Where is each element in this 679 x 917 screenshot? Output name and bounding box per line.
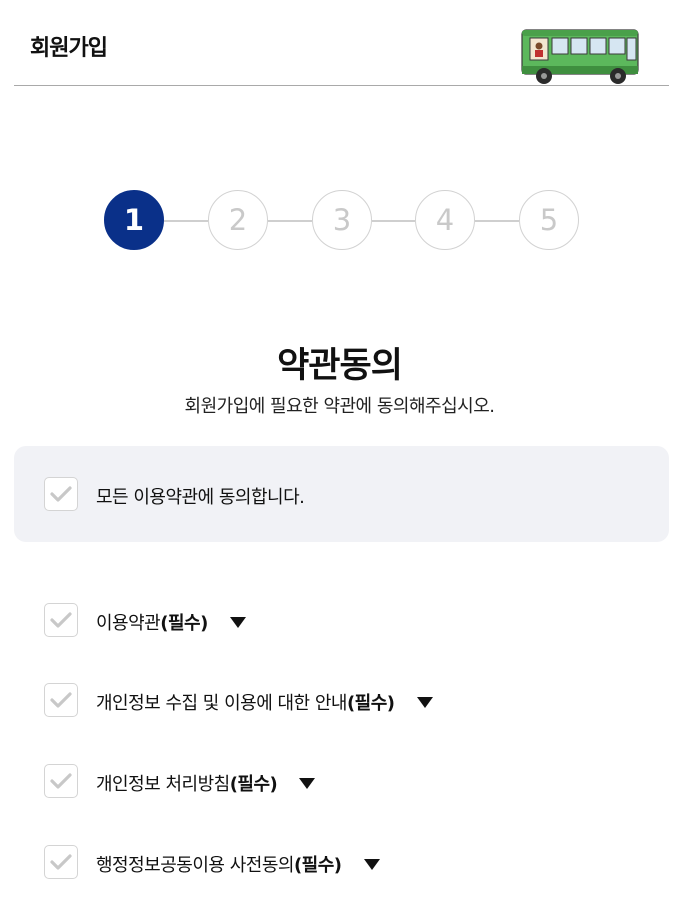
- term-checkbox[interactable]: [44, 764, 78, 798]
- term-checkbox[interactable]: [44, 683, 78, 717]
- triangle-down-icon[interactable]: [299, 777, 316, 789]
- step-connector: [268, 220, 312, 222]
- required-tag: (필수): [293, 855, 342, 876]
- checkmark-icon: [50, 486, 72, 502]
- page-title: 회원가입: [30, 36, 108, 61]
- step-5: 5: [519, 190, 579, 250]
- step-connector: [164, 220, 208, 222]
- checkmark-icon: [50, 692, 72, 708]
- triangle-down-icon[interactable]: [229, 616, 246, 628]
- triangle-down-icon[interactable]: [416, 696, 433, 708]
- term-item: 개인정보 처리방침(필수): [0, 762, 679, 802]
- step-connector: [475, 220, 519, 222]
- step-1: 1: [104, 190, 164, 250]
- term-checkbox[interactable]: [44, 845, 78, 879]
- step-2: 2: [208, 190, 268, 250]
- term-name: 이용약관: [96, 613, 161, 634]
- term-label[interactable]: 개인정보 처리방침(필수): [96, 770, 316, 796]
- signup-stepper: 1 2 3 4 5: [104, 190, 579, 252]
- term-label[interactable]: 개인정보 수집 및 이용에 대한 안내(필수): [96, 689, 433, 715]
- term-checkbox[interactable]: [44, 603, 78, 637]
- step-connector: [372, 220, 415, 222]
- term-label[interactable]: 이용약관(필수): [96, 609, 246, 635]
- checkmark-icon: [50, 854, 72, 870]
- term-item: 개인정보 수집 및 이용에 대한 안내(필수): [0, 681, 679, 721]
- step-4: 4: [415, 190, 475, 250]
- checkmark-icon: [50, 773, 72, 789]
- bus-icon: [521, 29, 639, 84]
- term-label[interactable]: 행정정보공동이용 사전동의(필수): [96, 851, 380, 877]
- agree-all-checkbox[interactable]: [44, 477, 78, 511]
- required-tag: (필수): [229, 774, 278, 795]
- section-subtitle: 회원가입에 필요한 약관에 동의해주십시오.: [184, 396, 495, 417]
- term-item: 이용약관(필수): [0, 601, 679, 641]
- section-title: 약관동의: [277, 346, 403, 386]
- term-name: 행정정보공동이용 사전동의: [96, 855, 294, 876]
- term-name: 개인정보 처리방침: [96, 774, 230, 795]
- triangle-down-icon[interactable]: [363, 858, 380, 870]
- checkmark-icon: [50, 612, 72, 628]
- required-tag: (필수): [160, 613, 208, 634]
- step-3: 3: [312, 190, 372, 250]
- term-name: 개인정보 수집 및 이용에 대한 안내: [96, 693, 347, 714]
- agree-all-label[interactable]: 모든 이용약관에 동의합니다.: [96, 483, 305, 509]
- term-item: 행정정보공동이용 사전동의(필수): [0, 843, 679, 883]
- required-tag: (필수): [346, 693, 395, 714]
